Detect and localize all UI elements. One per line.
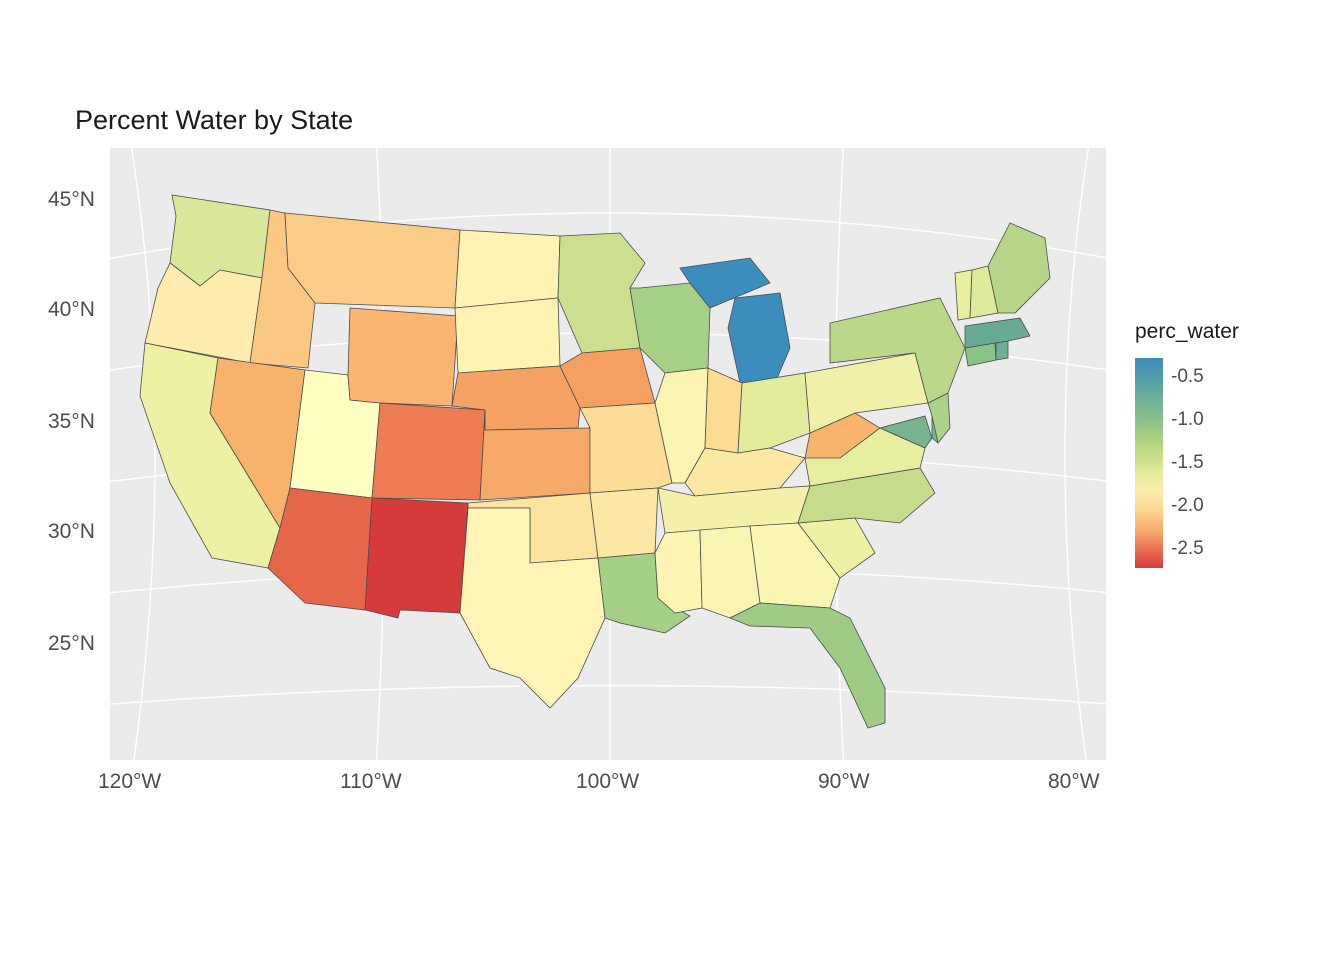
legend-label-3: -2.0 [1171, 495, 1204, 517]
legend: perc_water -0.5 -1.0 -1.5 -2.0 -2.5 [1135, 320, 1315, 352]
state-maine [988, 223, 1050, 313]
state-arkansas [590, 488, 658, 558]
y-tick-30: 30°N [48, 520, 95, 544]
map-svg [110, 148, 1106, 760]
state-wyoming [348, 308, 458, 406]
x-tick-120: 120°W [98, 770, 161, 794]
state-mississippi [655, 530, 702, 613]
state-new-mexico [365, 498, 468, 618]
chart-title: Percent Water by State [75, 105, 353, 136]
state-montana [285, 213, 460, 308]
state-ohio [738, 373, 810, 453]
y-tick-25: 25°N [48, 632, 95, 656]
state-alabama [700, 526, 760, 618]
state-south-dakota [455, 298, 560, 373]
states [140, 195, 1050, 728]
x-tick-110: 110°W [340, 770, 402, 794]
x-tick-100: 100°W [576, 770, 639, 794]
y-tick-45: 45°N [48, 188, 95, 212]
state-rhode-island [996, 341, 1008, 360]
y-tick-40: 40°N [48, 298, 95, 322]
legend-label-4: -2.5 [1171, 538, 1204, 560]
legend-title: perc_water [1135, 320, 1315, 344]
state-colorado [372, 403, 485, 500]
x-tick-90: 90°W [818, 770, 870, 794]
state-north-dakota [455, 230, 560, 308]
state-vermont [955, 270, 972, 320]
state-michigan-lp [728, 293, 790, 383]
legend-label-1: -1.0 [1171, 409, 1204, 431]
plot-panel [110, 148, 1106, 760]
legend-label-2: -1.5 [1171, 452, 1204, 474]
chart-container: Percent Water by State [0, 0, 1344, 960]
colorbar [1135, 358, 1163, 568]
state-florida [730, 603, 885, 728]
x-tick-80: 80°W [1048, 770, 1100, 794]
y-tick-35: 35°N [48, 410, 95, 434]
legend-label-0: -0.5 [1171, 366, 1204, 388]
state-indiana [705, 368, 742, 453]
